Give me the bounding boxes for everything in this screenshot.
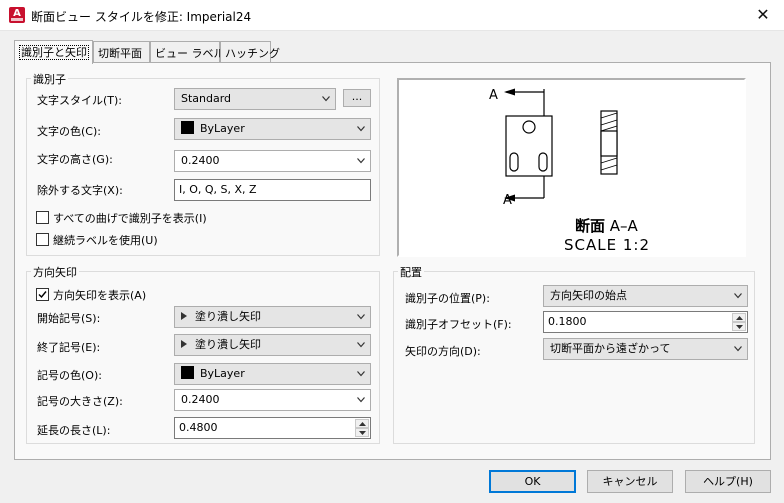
tab-cutting-plane[interactable]: 切断平面 [93,41,150,63]
text-color-value: ByLayer [200,122,245,135]
symbol-color-dropdown[interactable]: ByLayer [174,363,371,385]
svg-text:断面 A–A: 断面 A–A [575,217,639,235]
chevron-down-icon [357,342,365,348]
filled-arrow-icon [181,340,187,348]
identifier-offset-value: 0.1800 [548,315,587,328]
show-every-bend-checkbox[interactable] [36,211,49,224]
placement-group-title: 配置 [398,264,424,280]
symbol-size-value: 0.2400 [181,393,220,406]
identifier-top-label: A [489,88,498,103]
direction-arrows-group-title: 方向矢印 [31,264,79,280]
identifier-offset-label: 識別子オフセット(F): [405,318,512,331]
tab-identifiers-and-arrows[interactable]: 識別子と矢印 [14,40,93,64]
text-height-combobox[interactable]: 0.2400 [174,150,371,172]
tab-view-label[interactable]: ビュー ラベル [150,41,225,63]
spin-down-button[interactable] [732,322,746,331]
chevron-down-icon [357,126,365,132]
spin-down-button[interactable] [355,428,369,437]
end-symbol-dropdown[interactable]: 塗り潰し矢印 [174,334,371,356]
continuous-labels-label[interactable]: 継続ラベルを使用(U) [53,232,158,248]
caret-up-icon [359,422,366,426]
continuous-labels-checkbox[interactable] [36,233,49,246]
tab-label: 切断平面 [98,47,142,60]
chevron-down-icon [357,158,365,164]
ok-button[interactable]: OK [489,470,576,493]
text-style-label: 文字スタイル(T): [37,94,123,107]
checkmark-icon [38,291,47,299]
text-style-value: Standard [181,92,232,105]
text-height-label: 文字の高さ(G): [37,153,113,166]
arrow-direction-dropdown[interactable]: 切断平面から遠ざかって [543,338,748,360]
end-symbol-value: 塗り潰し矢印 [195,338,261,351]
show-arrows-label[interactable]: 方向矢印を表示(A) [53,287,146,303]
preview-caption-rest: A–A [610,217,639,235]
identifier-position-label: 識別子の位置(P): [405,292,490,305]
tab-label: ビュー ラベル [155,47,225,60]
arrow-direction-value: 切断平面から遠ざかって [550,342,671,355]
text-style-browse-button[interactable]: ... [343,89,371,107]
extension-length-label: 延長の長さ(L): [37,424,111,437]
color-swatch [181,121,194,134]
symbol-size-combobox[interactable]: 0.2400 [174,389,371,411]
color-swatch [181,366,194,379]
text-style-dropdown[interactable]: Standard [174,88,336,110]
preview-caption-bold: 断面 [575,217,605,235]
cancel-button[interactable]: キャンセル [587,470,673,493]
tab-hatching[interactable]: ハッチング [220,41,280,63]
chevron-down-icon [357,397,365,403]
show-every-bend-label[interactable]: すべての曲げで識別子を表示(I) [53,210,207,226]
chevron-down-icon [322,96,330,102]
identifier-position-value: 方向矢印の始点 [550,289,627,302]
exclude-chars-input[interactable]: I, O, Q, S, X, Z [174,179,371,201]
extension-length-value: 0.4800 [179,421,218,434]
caret-down-icon [359,431,366,435]
identifier-bottom-label: A [503,193,512,208]
caret-down-icon [736,325,743,329]
symbol-size-label: 記号の大きさ(Z): [37,395,123,408]
identifier-group-title: 識別子 [31,71,68,87]
caret-up-icon [736,316,743,320]
text-height-value: 0.2400 [181,154,220,167]
identifier-offset-input[interactable]: 0.1800 [543,311,748,333]
help-button[interactable]: ヘルプ(H) [685,470,771,493]
section-preview-drawing: A A 断面 A–A SCALE 1:2 [489,88,650,254]
exclude-chars-label: 除外する文字(X): [37,184,123,197]
spin-up-button[interactable] [732,313,746,322]
close-icon[interactable]: ✕ [744,2,782,28]
window-title: 断面ビュー スタイルを修正: Imperial24 [31,10,252,24]
filled-arrow-icon [181,312,187,320]
chevron-down-icon [357,371,365,377]
identifier-position-dropdown[interactable]: 方向矢印の始点 [543,285,748,307]
show-arrows-checkbox[interactable] [36,288,49,301]
symbol-color-label: 記号の色(O): [37,369,102,382]
end-symbol-label: 終了記号(E): [37,341,101,354]
spin-up-button[interactable] [355,419,369,428]
section-view-preview: A A 断面 A–A SCALE 1:2 [397,78,746,257]
start-symbol-label: 開始記号(S): [37,312,101,325]
tab-label: 識別子と矢印 [19,45,89,60]
autocad-app-icon: A [9,7,25,23]
text-color-dropdown[interactable]: ByLayer [174,118,371,140]
chevron-down-icon [734,293,742,299]
arrow-direction-label: 矢印の方向(D): [405,345,481,358]
symbol-color-value: ByLayer [200,367,245,380]
start-symbol-value: 塗り潰し矢印 [195,310,261,323]
text-color-label: 文字の色(C): [37,125,101,138]
chevron-down-icon [357,314,365,320]
extension-length-input[interactable]: 0.4800 [174,417,371,439]
chevron-down-icon [734,346,742,352]
preview-scale-text: SCALE 1:2 [564,236,650,254]
start-symbol-dropdown[interactable]: 塗り潰し矢印 [174,306,371,328]
tab-label: ハッチング [225,47,280,60]
